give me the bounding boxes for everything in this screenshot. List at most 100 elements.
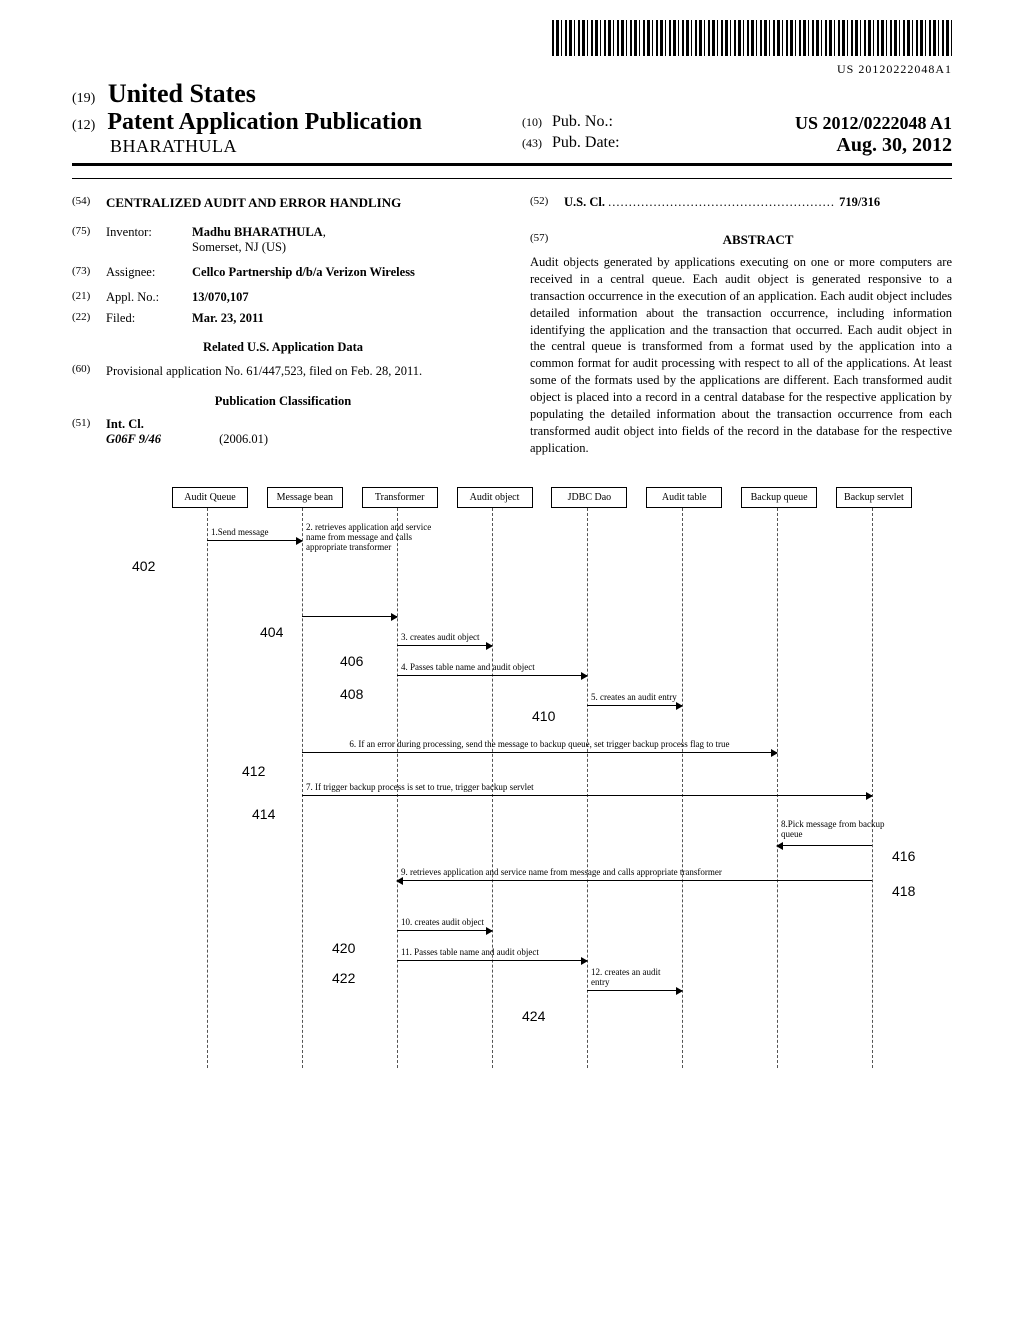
left-column: (54) CENTRALIZED AUDIT AND ERROR HANDLIN… [72,189,494,457]
arrow-11: 11. Passes table name and audit object [397,958,587,961]
filed-row: (22) Filed: Mar. 23, 2011 [72,311,494,326]
country-name: United States [108,79,256,108]
arrow-9: 9. retrieves application and service nam… [397,878,872,881]
arrow-line-5 [587,705,682,706]
provisional-row: (60) Provisional application No. 61/447,… [72,363,494,380]
provisional-text: Provisional application No. 61/447,523, … [106,363,494,380]
arrow-line-10 [397,930,492,931]
uscl-label: U.S. Cl. [564,195,605,209]
lifeline-audit-table: Audit table [646,487,722,508]
msg-6: 6. If an error during processing, send t… [306,739,773,749]
arrow-line-6 [302,752,777,753]
pub-no-label: Pub. No.: [552,113,613,130]
msg-3: 3. creates audit object [401,632,488,642]
inventor-label: Inventor: [106,225,192,255]
barcode-block: US 20120222048A1 [72,20,952,77]
arrow-2: 2. retrieves application and service nam… [302,568,397,617]
msg-4: 4. Passes table name and audit object [401,662,583,672]
arrow-1: 1.Send message [207,538,302,541]
inventor-row: (75) Inventor: Madhu BHARATHULA, Somerse… [72,225,494,255]
pub-no-code: (10) [522,115,542,129]
pub-date-line: (43) Pub. Date: Aug. 30, 2012 [522,134,952,152]
msg-10: 10. creates audit object [401,917,488,927]
classification-head: Publication Classification [72,394,494,409]
applno-code: (21) [72,290,106,305]
header-right: (10) Pub. No.: US 2012/0222048 A1 (43) P… [502,113,952,157]
ll-1 [207,508,208,1068]
ref-408: 408 [340,686,363,702]
inventor-value: Madhu BHARATHULA, Somerset, NJ (US) [192,225,494,255]
pub-date-code: (43) [522,136,542,150]
ref-404: 404 [260,624,283,640]
related-data-head: Related U.S. Application Data [72,340,494,355]
arrow-8: 8.Pick message from backup queue [777,843,872,846]
arrow-line-4 [397,675,587,676]
filed-date: Mar. 23, 2011 [192,311,264,325]
arrow-line-12 [587,990,682,991]
lifeline-audit-object: Audit object [457,487,533,508]
doc-type-line: (12) Patent Application Publication [72,109,502,136]
ref-424: 424 [522,1008,545,1024]
application-number: 13/070,107 [192,290,249,304]
arrow-10: 10. creates audit object [397,928,492,931]
inventor-code: (75) [72,225,106,255]
intcl-label: Int. Cl. [106,417,144,431]
applno-label: Appl. No.: [106,290,192,305]
abstract-code: (57) [530,232,564,254]
title-code: (54) [72,195,106,211]
sequence-body: 1.Send message 402 2. retrieves applicat… [172,508,912,1068]
assignee-code: (73) [72,265,106,280]
arrow-line-3 [397,645,492,646]
barcode-number: US 20120222048A1 [72,62,952,77]
lifeline-header-row: Audit Queue Message bean Transformer Aud… [172,487,912,508]
applno-value: 13/070,107 [192,290,494,305]
rule-thin [72,178,952,179]
abstract-heading: ABSTRACT [564,232,952,248]
assignee-row: (73) Assignee: Cellco Partnership d/b/a … [72,265,494,280]
intcl-row: (51) Int. Cl. G06F 9/46 (2006.01) [72,417,494,447]
intcl-value: G06F 9/46 [106,432,216,447]
rule-thick [72,163,952,166]
filed-value: Mar. 23, 2011 [192,311,494,326]
msg-11: 11. Passes table name and audit object [401,947,583,957]
ref-412: 412 [242,763,265,779]
ll-8 [872,508,873,1068]
abstract-block: (57) ABSTRACT Audit objects generated by… [530,232,952,457]
doc-type-code: (12) [72,118,95,133]
inventor-name: Madhu BHARATHULA [192,225,323,239]
intcl-body: Int. Cl. G06F 9/46 (2006.01) [106,417,494,447]
arrow-line-8 [777,845,872,846]
dot-leader: ........................................… [608,195,839,209]
applno-row: (21) Appl. No.: 13/070,107 [72,290,494,305]
ref-420: 420 [332,940,355,956]
ref-416: 416 [892,848,915,864]
msg-8: 8.Pick message from backup queue [781,819,891,840]
provisional-code: (60) [72,363,106,380]
abstract-body: Audit objects generated by applications … [530,254,952,457]
lifeline-message-bean: Message bean [267,487,343,508]
uscl-row: (52) U.S. Cl. ..........................… [530,195,952,210]
msg-7: 7. If trigger backup process is set to t… [306,782,868,792]
assignee-name: Cellco Partnership d/b/a Verizon Wireles… [192,265,415,279]
arrow-line-9 [397,880,872,881]
uscl-line: U.S. Cl. ...............................… [564,195,952,210]
msg-5: 5. creates an audit entry [591,692,678,702]
filed-label: Filed: [106,311,192,326]
arrow-4: 4. Passes table name and audit object [397,673,587,676]
assignee-value: Cellco Partnership d/b/a Verizon Wireles… [192,265,494,280]
ref-402: 402 [132,558,155,574]
invention-title: CENTRALIZED AUDIT AND ERROR HANDLING [106,195,494,211]
lifeline-backup-queue: Backup queue [741,487,817,508]
sequence-diagram: Audit Queue Message bean Transformer Aud… [102,487,922,1068]
arrow-5: 5. creates an audit entry [587,703,682,706]
msg-12: 12. creates an audit entry [591,967,678,988]
intcl-year: (2006.01) [219,432,268,446]
arrow-7: 7. If trigger backup process is set to t… [302,793,872,796]
page: US 20120222048A1 (19) United States (12)… [72,0,952,1108]
assignee-label: Assignee: [106,265,192,280]
msg-9: 9. retrieves application and service nam… [401,867,868,877]
pub-no-value: US 2012/0222048 A1 [795,113,952,134]
right-column: (52) U.S. Cl. ..........................… [530,189,952,457]
ref-418: 418 [892,883,915,899]
lifeline-transformer: Transformer [362,487,438,508]
